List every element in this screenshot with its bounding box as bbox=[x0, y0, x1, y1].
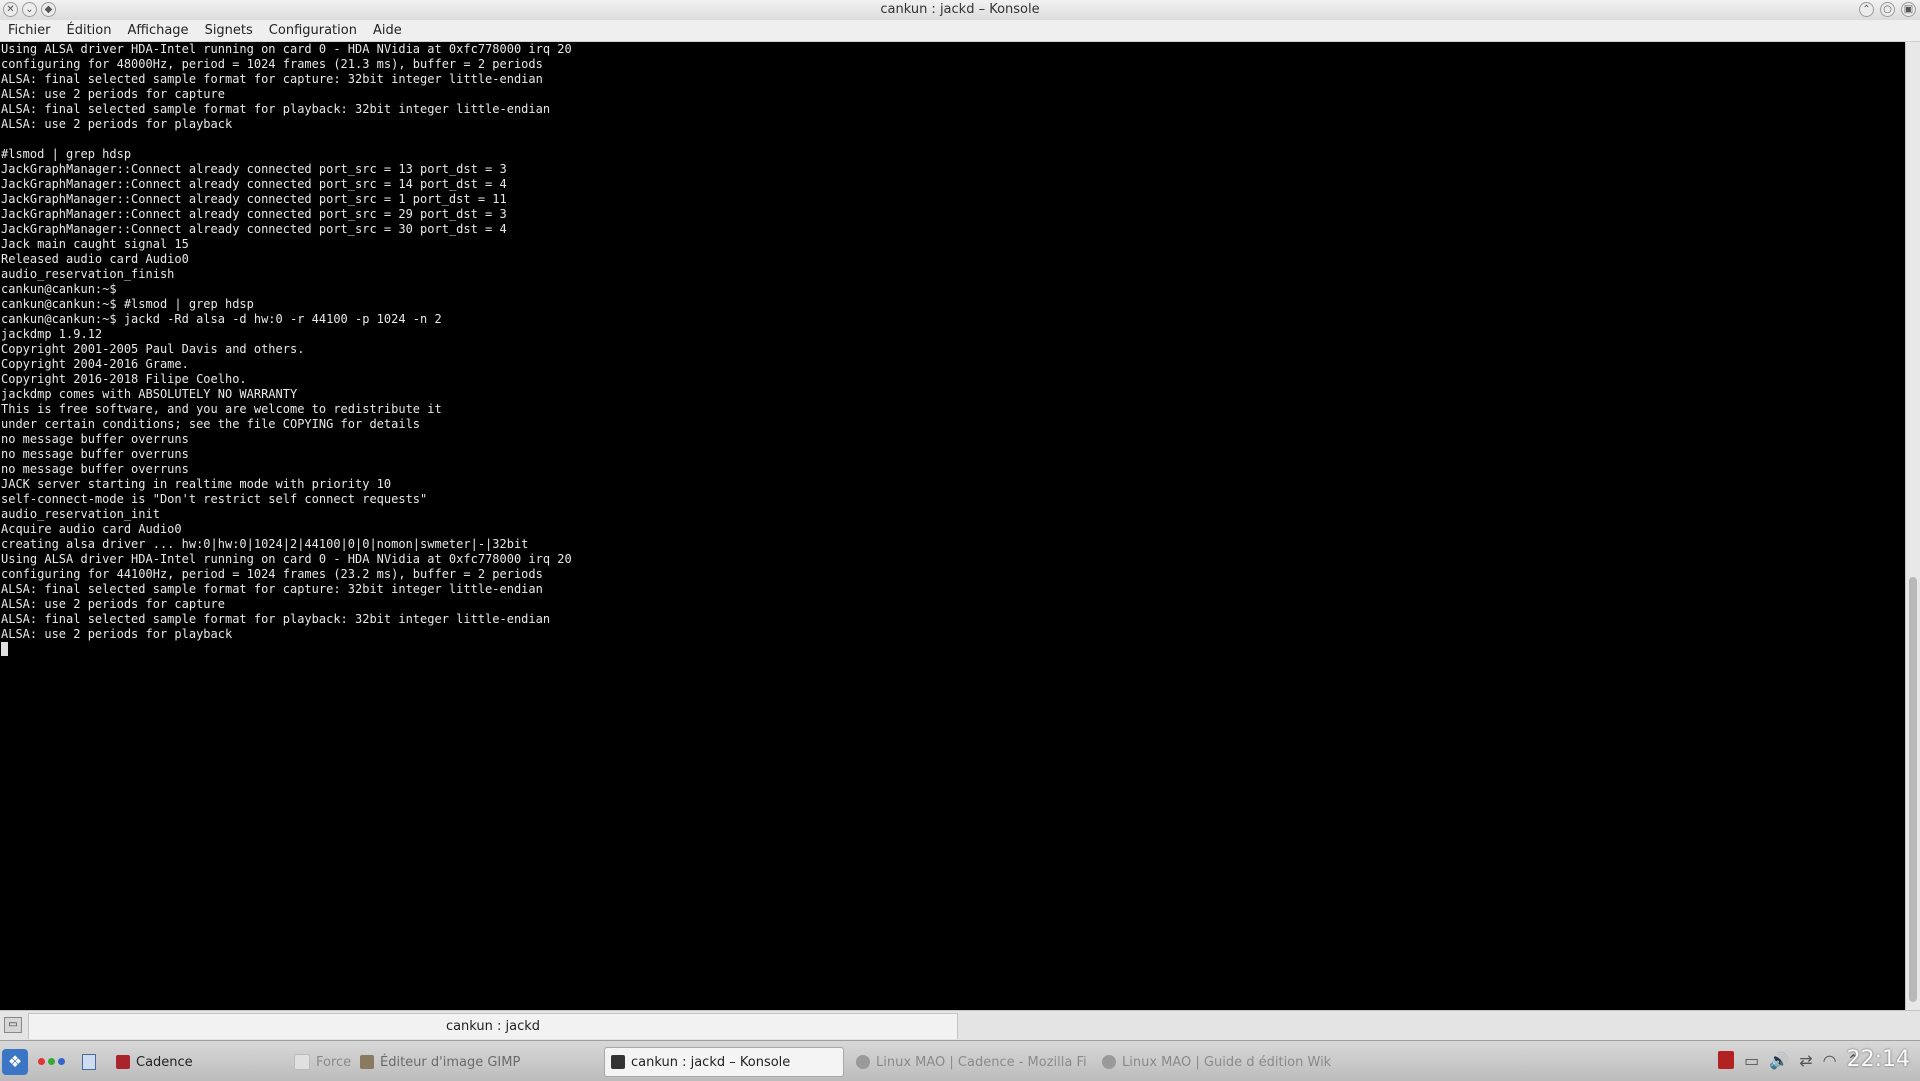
terminal-line: ALSA: use 2 periods for capture bbox=[1, 597, 225, 611]
task-force[interactable]: Force 1 bbox=[288, 1047, 354, 1077]
window-titlebar: ✕ ⌄ ◆ cankun : jackd – Konsole ⌃ ○ ▣ bbox=[0, 0, 1920, 21]
tab-cankun-jackd[interactable]: cankun : jackd bbox=[28, 1013, 958, 1039]
terminal-line: cankun@cankun:~$ #lsmod | grep hdsp bbox=[1, 297, 254, 311]
volume-icon[interactable]: 🔊 bbox=[1769, 1051, 1789, 1070]
terminal-line: configuring for 44100Hz, period = 1024 f… bbox=[1, 567, 543, 581]
terminal-line: cankun@cankun:~$ jackd -Rd alsa -d hw:0 … bbox=[1, 312, 442, 326]
maximize-icon[interactable]: ○ bbox=[1880, 2, 1895, 17]
terminal-line: Using ALSA driver HDA-Intel running on c… bbox=[1, 552, 572, 566]
task-label: Force 1 bbox=[316, 1054, 354, 1070]
terminal-line: configuring for 48000Hz, period = 1024 f… bbox=[1, 57, 543, 71]
terminal-line: ALSA: final selected sample format for p… bbox=[1, 612, 551, 626]
terminal-line: Released audio card Audio0 bbox=[1, 252, 189, 266]
konsole-tabbar: ▭ cankun : jackd bbox=[0, 1010, 1920, 1041]
new-tab-icon[interactable]: ▭ bbox=[4, 1017, 22, 1033]
pager-icon[interactable] bbox=[82, 1054, 96, 1070]
menu-fichier[interactable]: Fichier bbox=[0, 23, 59, 38]
terminal-line: under certain conditions; see the file C… bbox=[1, 417, 421, 431]
terminal-line: JackGraphManager::Connect already connec… bbox=[1, 177, 507, 191]
menu-affichage[interactable]: Affichage bbox=[119, 23, 196, 38]
terminal-line: JackGraphManager::Connect already connec… bbox=[1, 192, 507, 206]
task-label: cankun : jackd – Konsole bbox=[631, 1054, 791, 1070]
network-icon[interactable]: ⇄ bbox=[1799, 1051, 1812, 1070]
terminal-line: Copyright 2016-2018 Filipe Coelho. bbox=[1, 372, 247, 386]
terminal-line: no message buffer overruns bbox=[1, 462, 189, 476]
terminal-line: JackGraphManager::Connect already connec… bbox=[1, 222, 507, 236]
terminal-output[interactable]: Using ALSA driver HDA-Intel running on c… bbox=[0, 42, 1905, 1010]
terminal-line: self-connect-mode is "Don't restrict sel… bbox=[1, 492, 428, 506]
clock[interactable]: 22:14 bbox=[1847, 1047, 1910, 1072]
terminal-line: ALSA: final selected sample format for c… bbox=[1, 582, 543, 596]
terminal-line: Copyright 2001-2005 Paul Davis and other… bbox=[1, 342, 305, 356]
terminal-line: This is free software, and you are welco… bbox=[1, 402, 442, 416]
terminal-line: ALSA: use 2 periods for playback bbox=[1, 627, 233, 641]
terminal-line: audio_reservation_finish bbox=[1, 267, 175, 281]
task-firefox-wiki[interactable]: Linux MAO | Guide d édition Wiki - bbox=[1096, 1047, 1332, 1077]
terminal-line: JackGraphManager::Connect already connec… bbox=[1, 207, 507, 221]
gimp-icon bbox=[360, 1055, 374, 1069]
terminal-line: cankun@cankun:~$ bbox=[1, 282, 117, 296]
terminal-line: JACK server starting in realtime mode wi… bbox=[1, 477, 392, 491]
terminal-line: Copyright 2004-2016 Grame. bbox=[1, 357, 189, 371]
task-label: Cadence bbox=[136, 1054, 193, 1070]
terminal-line: ALSA: final selected sample format for c… bbox=[1, 72, 543, 86]
scrollbar-thumb[interactable] bbox=[1909, 577, 1917, 1002]
terminal-line: Using ALSA driver HDA-Intel running on c… bbox=[1, 42, 572, 56]
minimize-icon[interactable]: ⌃ bbox=[1859, 2, 1874, 17]
terminal-line: no message buffer overruns bbox=[1, 447, 189, 461]
terminal-line: jackdmp comes with ABSOLUTELY NO WARRANT… bbox=[1, 387, 298, 401]
terminal-line: ALSA: use 2 periods for playback bbox=[1, 117, 233, 131]
menu-configuration[interactable]: Configuration bbox=[261, 23, 365, 38]
menu-edition[interactable]: Édition bbox=[59, 23, 120, 38]
terminal-line: Acquire audio card Audio0 bbox=[1, 522, 182, 536]
task-cadence[interactable]: Cadence bbox=[110, 1047, 200, 1077]
restore-icon[interactable]: ▣ bbox=[1901, 2, 1916, 17]
window-icon bbox=[294, 1054, 310, 1070]
terminal-line: creating alsa driver ... hw:0|hw:0|1024|… bbox=[1, 537, 529, 551]
menu-signets[interactable]: Signets bbox=[197, 23, 261, 38]
firefox-icon bbox=[1102, 1055, 1116, 1069]
firefox-icon bbox=[856, 1055, 870, 1069]
terminal-line: ALSA: final selected sample format for p… bbox=[1, 102, 551, 116]
task-label: Linux MAO | Cadence - Mozilla Firefox bbox=[876, 1054, 1086, 1070]
terminal-prompt-line[interactable] bbox=[1, 642, 1904, 657]
terminal-line: no message buffer overruns bbox=[1, 432, 189, 446]
wifi-icon[interactable]: ◠ bbox=[1823, 1051, 1837, 1070]
system-tray: ▭ 🔊 ⇄ ◠ ⌃ bbox=[1718, 1051, 1860, 1070]
activity-dots-icon[interactable] bbox=[38, 1058, 65, 1065]
terminal-scrollbar[interactable] bbox=[1905, 42, 1920, 1010]
task-label: Éditeur d'image GIMP bbox=[380, 1054, 521, 1070]
terminal-line: ALSA: use 2 periods for capture bbox=[1, 87, 225, 101]
menu-bar: Fichier Édition Affichage Signets Config… bbox=[0, 20, 1920, 42]
task-label: Linux MAO | Guide d édition Wiki - bbox=[1122, 1054, 1332, 1070]
taskbar: ❖ Cadence Force 1 Éditeur d'image GIMP c… bbox=[0, 1040, 1920, 1081]
text-cursor bbox=[1, 642, 8, 656]
cadence-icon bbox=[116, 1055, 130, 1069]
task-gimp[interactable]: Éditeur d'image GIMP bbox=[354, 1047, 598, 1077]
task-konsole[interactable]: cankun : jackd – Konsole bbox=[604, 1047, 844, 1077]
application-launcher-icon[interactable]: ❖ bbox=[2, 1049, 28, 1075]
terminal-line: jackdmp 1.9.12 bbox=[1, 327, 103, 341]
clipboard-icon[interactable]: ▭ bbox=[1744, 1051, 1759, 1070]
terminal-line: JackGraphManager::Connect already connec… bbox=[1, 162, 507, 176]
terminal-line: audio_reservation_init bbox=[1, 507, 160, 521]
terminal-line: Jack main caught signal 15 bbox=[1, 237, 189, 251]
task-firefox-cadence[interactable]: Linux MAO | Cadence - Mozilla Firefox bbox=[850, 1047, 1086, 1077]
menu-aide[interactable]: Aide bbox=[365, 23, 410, 38]
window-title: cankun : jackd – Konsole bbox=[880, 2, 1040, 17]
cadence-tray-icon[interactable] bbox=[1718, 1051, 1735, 1069]
terminal-line: #lsmod | grep hdsp bbox=[1, 147, 132, 161]
window-controls: ⌃ ○ ▣ bbox=[1859, 2, 1916, 17]
terminal-icon bbox=[611, 1055, 625, 1069]
